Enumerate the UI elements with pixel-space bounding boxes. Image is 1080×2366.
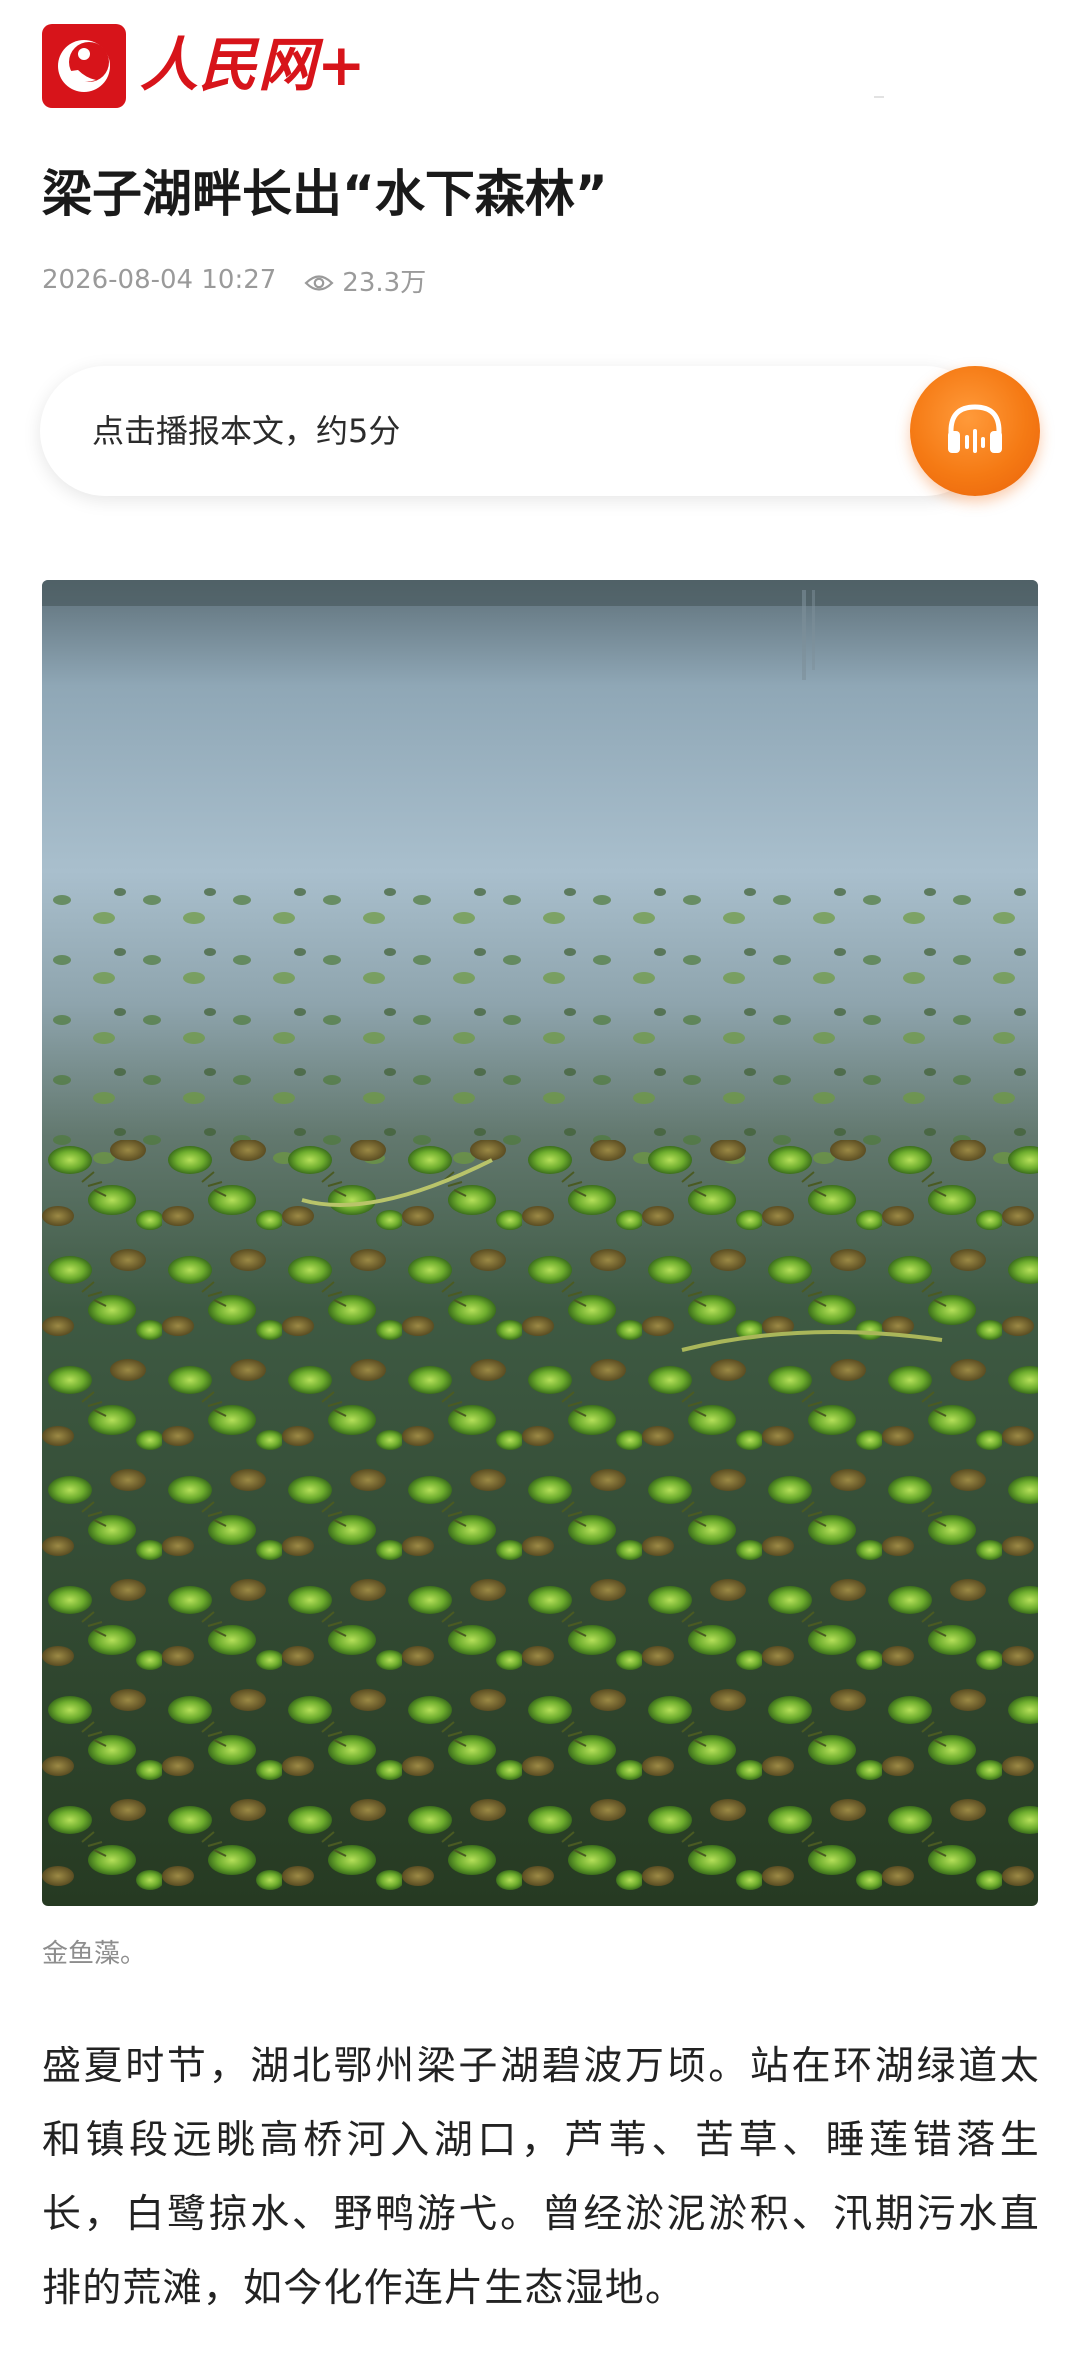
article-meta: 2026-08-04 10:27 23.3万: [42, 260, 426, 300]
article-page: 人民网+ 梁子湖畔长出“水下森林” 2026-08-04 10:27 23.3万…: [0, 0, 1080, 2366]
article-photo[interactable]: [42, 580, 1038, 1906]
view-count-value: 23.3万: [342, 267, 427, 298]
peoples-daily-logo-icon[interactable]: [42, 24, 126, 108]
photo-caption: 金鱼藻。: [42, 1939, 147, 1969]
brand-name: 人民网+: [140, 31, 367, 99]
app-header: 人民网+: [0, 0, 1080, 135]
eye-icon: [304, 270, 334, 291]
audio-pill[interactable]: 点击播报本文，约5分: [40, 366, 990, 496]
header-divider: [874, 96, 884, 98]
publish-date: 2026-08-04 10:27: [42, 265, 277, 295]
audio-label: 点击播报本文，约5分: [92, 412, 401, 450]
headphones-icon: [943, 401, 1007, 461]
view-count: 23.3万: [304, 262, 426, 299]
audio-play-button[interactable]: [910, 366, 1040, 496]
article-title: 梁子湖畔长出“水下森林”: [42, 165, 608, 223]
article-paragraph: 盛夏时节，湖北鄂州梁子湖碧波万顷。站在环湖绿道太和镇段远眺高桥河入湖口，芦苇、苦…: [42, 2044, 1040, 2311]
audio-broadcast-bar[interactable]: 点击播报本文，约5分: [40, 366, 1040, 496]
